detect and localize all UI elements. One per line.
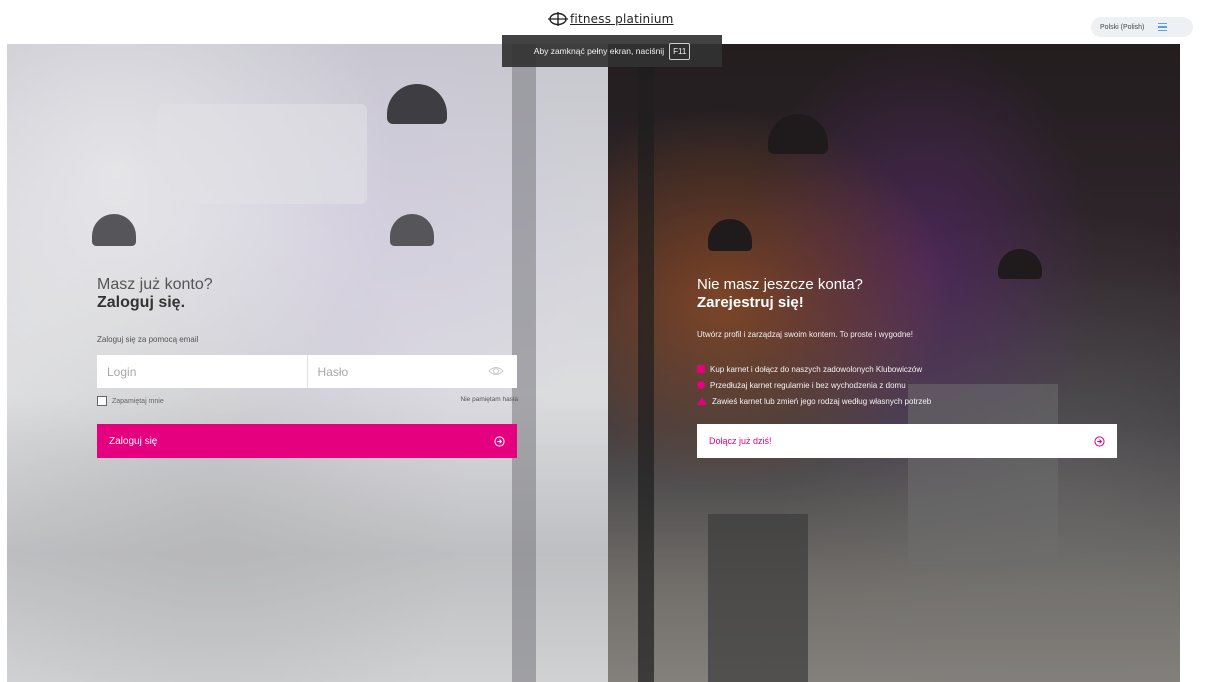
fullscreen-exit-notice: Aby zamknąć pełny ekran, naciśnij F11 xyxy=(502,35,722,67)
language-label: Polski (Polish) xyxy=(1100,23,1145,31)
benefit-text: Kup karnet i dołącz do naszych zadowolon… xyxy=(710,364,923,374)
ceiling-lamp xyxy=(92,214,136,246)
register-subtitle: Utwórz profil i zarządzaj swoim kontem. … xyxy=(697,330,913,339)
ceiling-lamp xyxy=(708,219,752,251)
list-item: Zawieś karnet lub zmień jego rodzaj wedł… xyxy=(697,393,931,409)
language-selector[interactable]: Polski (Polish) xyxy=(1091,17,1193,37)
pause-icon xyxy=(697,397,707,405)
benefits-list: Kup karnet i dołącz do naszych zadowolon… xyxy=(697,361,931,409)
remember-me[interactable]: Zapamiętaj mnie xyxy=(97,396,164,406)
renew-icon xyxy=(697,381,705,389)
list-item: Przedłużaj karnet regularnie i bez wycho… xyxy=(697,377,931,393)
login-heading-question: Masz już konto? xyxy=(97,276,213,293)
logo-text: fitness platinium xyxy=(570,12,674,26)
gym-machine xyxy=(708,514,808,682)
logo-mark-icon xyxy=(548,12,568,26)
air-duct xyxy=(157,104,367,204)
register-heading-question: Nie masz jeszcze konta? xyxy=(697,276,863,293)
window-frame xyxy=(638,44,654,682)
join-button[interactable]: Dołącz już dziś! xyxy=(697,424,1117,458)
benefit-text: Przedłużaj karnet regularnie i bez wycho… xyxy=(710,380,906,390)
fullscreen-message: Aby zamknąć pełny ekran, naciśnij xyxy=(533,46,665,56)
page-margin xyxy=(1180,44,1212,682)
fitness-platinium-logo[interactable]: fitness platinium xyxy=(548,12,674,26)
ceiling-lamp xyxy=(768,114,828,154)
login-button[interactable]: Zaloguj się xyxy=(97,424,517,458)
ceiling-lamp xyxy=(390,214,434,246)
login-input[interactable] xyxy=(97,355,308,388)
eye-icon[interactable] xyxy=(488,365,504,377)
circle-arrow-right-icon xyxy=(494,435,505,447)
hamburger-icon[interactable] xyxy=(1158,22,1168,32)
cart-icon xyxy=(697,365,705,373)
remember-label: Zapamiętaj mnie xyxy=(112,397,164,405)
benefit-text: Zawieś karnet lub zmień jego rodzaj wedł… xyxy=(712,396,932,406)
forgot-password-link[interactable]: Nie pamiętam hasła xyxy=(440,396,518,403)
list-item: Kup karnet i dołącz do naszych zadowolon… xyxy=(697,361,931,377)
ceiling-lamp xyxy=(387,84,447,124)
fullscreen-key: F11 xyxy=(669,42,691,60)
gym-machine xyxy=(908,384,1058,564)
circle-arrow-right-icon xyxy=(1094,435,1105,447)
ceiling-lamp xyxy=(998,249,1042,279)
login-subtitle: Zaloguj się za pomocą email xyxy=(97,335,199,344)
join-button-label: Dołącz już dziś! xyxy=(709,436,772,446)
login-fields xyxy=(97,355,517,388)
login-button-label: Zaloguj się xyxy=(109,435,158,447)
login-heading: Zaloguj się. xyxy=(97,294,186,311)
remember-checkbox[interactable] xyxy=(97,396,107,406)
register-heading: Zarejestruj się! xyxy=(697,294,804,311)
password-input[interactable] xyxy=(307,355,517,388)
